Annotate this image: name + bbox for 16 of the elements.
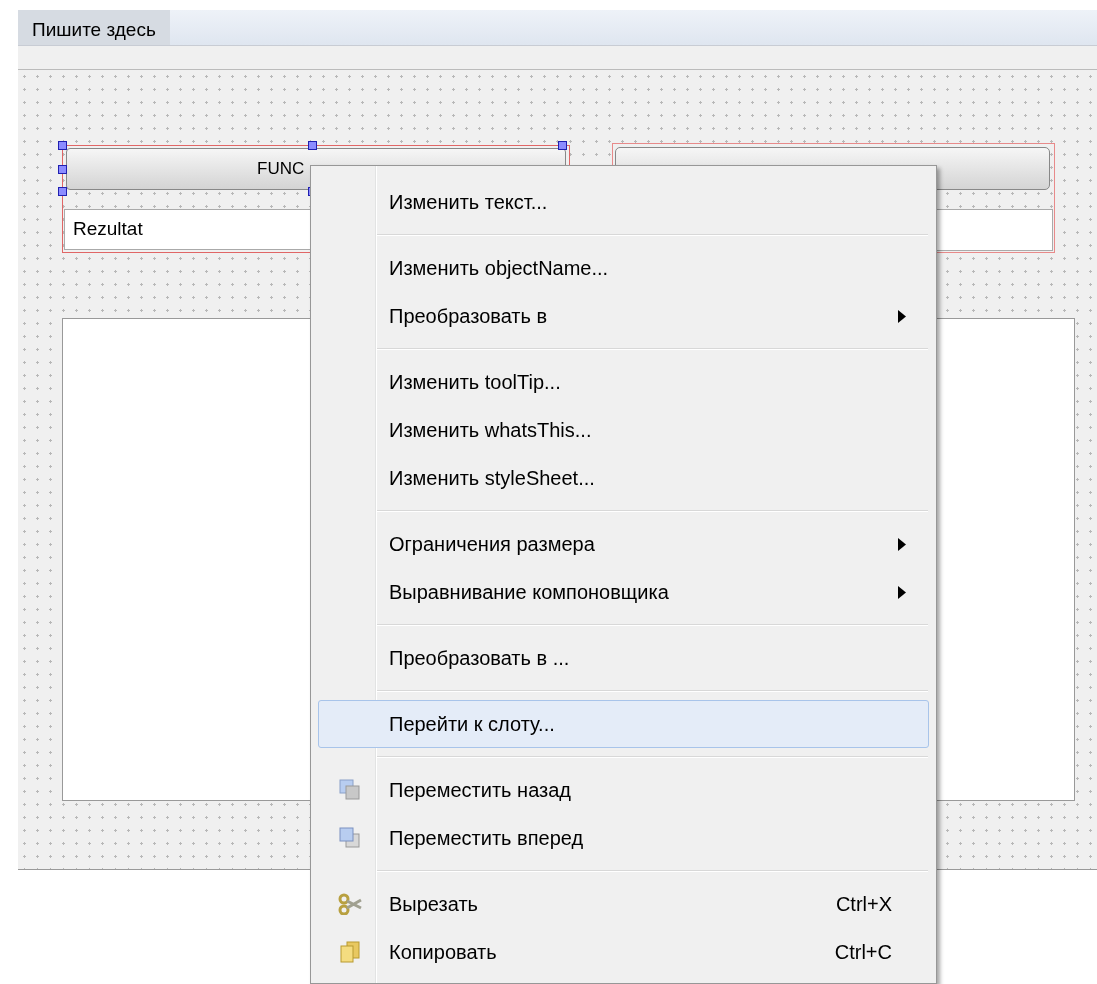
menu-item-label: Изменить toolTip...	[389, 370, 561, 395]
menu-item-label: Преобразовать в ...	[389, 646, 570, 671]
menu-item-label: Выравнивание компоновщика	[389, 580, 669, 605]
menu-item-label: Изменить текст...	[389, 190, 548, 215]
menu-item-label: Изменить whatsThis...	[389, 418, 592, 443]
menu-item-label: Перейти к слоту...	[389, 712, 555, 737]
menu-item-label: Изменить objectName...	[389, 256, 609, 281]
menu-item-label: Ограничения размера	[389, 532, 595, 557]
menu-item-label: Переместить назад	[389, 778, 571, 803]
menu-item-label: Вырезать	[389, 892, 478, 917]
shortcut-label: Ctrl+X	[835, 892, 892, 917]
shortcut-label: Ctrl+C	[834, 940, 892, 965]
menu-item-label: Копировать	[389, 940, 497, 965]
menu-item-label: Переместить вперед	[389, 826, 584, 851]
menu-item-label: Изменить styleSheet...	[389, 466, 595, 491]
menu-item-label: Преобразовать в	[389, 304, 548, 329]
